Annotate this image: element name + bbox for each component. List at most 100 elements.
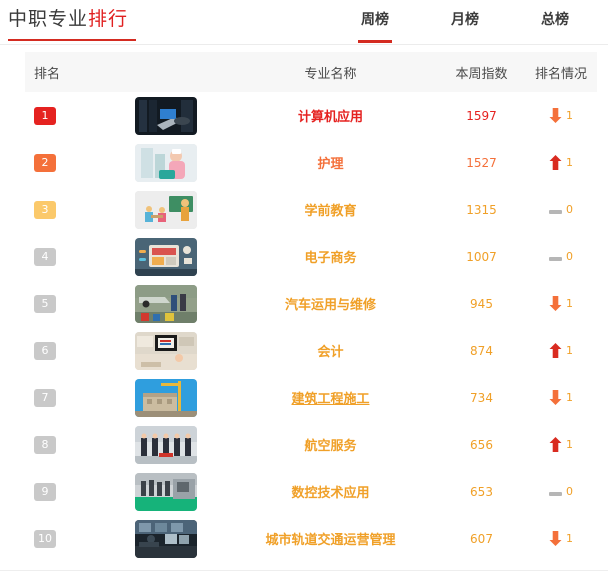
rank-change: 1 bbox=[525, 155, 597, 170]
index-cell: 653 bbox=[438, 483, 525, 501]
major-name-link[interactable]: 会计 bbox=[317, 345, 343, 360]
accounting-photo[interactable] bbox=[135, 331, 197, 370]
rank-change-value: 1 bbox=[566, 156, 573, 169]
arrow-up-icon bbox=[549, 437, 562, 452]
rank-change-cell: 1 bbox=[525, 343, 597, 358]
major-name-link[interactable]: 数控技术应用 bbox=[291, 486, 369, 501]
tab-weekly[interactable]: 周榜 bbox=[330, 9, 420, 43]
rank-change-value: 1 bbox=[566, 391, 573, 404]
index-value: 734 bbox=[470, 390, 493, 405]
footer-divider bbox=[0, 570, 608, 571]
cnc-workshop-photo[interactable] bbox=[135, 472, 197, 511]
rank-cell: 3 bbox=[25, 200, 135, 219]
index-cell: 734 bbox=[438, 389, 525, 407]
computer-lab-photo[interactable] bbox=[135, 96, 197, 135]
index-cell: 1315 bbox=[438, 201, 525, 219]
flight-crew-photo[interactable] bbox=[135, 425, 197, 464]
dash-icon bbox=[549, 248, 562, 266]
table-row[interactable]: 8 航空服务 656 1 bbox=[25, 421, 597, 468]
rank-change: 1 bbox=[525, 108, 597, 123]
tab-overall[interactable]: 总榜 bbox=[510, 9, 600, 43]
index-cell: 874 bbox=[438, 342, 525, 360]
table-row[interactable]: 10 城市轨道交通运营管理 607 1 bbox=[25, 515, 597, 562]
tab-monthly[interactable]: 月榜 bbox=[420, 9, 510, 43]
rank-badge: 7 bbox=[34, 389, 56, 407]
rank-change-value: 1 bbox=[566, 532, 573, 545]
rank-cell: 8 bbox=[25, 435, 135, 454]
major-name-link[interactable]: 计算机应用 bbox=[298, 110, 363, 125]
rank-change: 0 bbox=[525, 248, 597, 266]
rank-badge: 1 bbox=[34, 107, 56, 125]
page-title: 中职专业排行 bbox=[8, 6, 128, 32]
table-row[interactable]: 4 电子商务 1007 0 bbox=[25, 233, 597, 280]
major-name-cell: 航空服务 bbox=[223, 435, 438, 455]
tab-weekly-label: 周榜 bbox=[361, 12, 389, 28]
table-row[interactable]: 2 护理 1527 1 bbox=[25, 139, 597, 186]
auto-repair-photo[interactable] bbox=[135, 284, 197, 323]
rank-change: 1 bbox=[525, 390, 597, 405]
nurse-photo[interactable] bbox=[135, 143, 197, 182]
tab-overall-label: 总榜 bbox=[541, 12, 569, 28]
major-name-link[interactable]: 航空服务 bbox=[304, 439, 356, 454]
table-row[interactable]: 3 学前教育 1315 0 bbox=[25, 186, 597, 233]
index-cell: 607 bbox=[438, 530, 525, 548]
rank-change-value: 0 bbox=[566, 250, 573, 263]
rank-badge: 9 bbox=[34, 483, 56, 501]
index-value: 874 bbox=[470, 343, 493, 358]
index-value: 607 bbox=[470, 531, 493, 546]
construction-photo[interactable] bbox=[135, 378, 197, 417]
index-value: 945 bbox=[470, 296, 493, 311]
index-value: 1597 bbox=[466, 108, 497, 123]
table-row[interactable]: 6 会计 874 1 bbox=[25, 327, 597, 374]
rank-change: 0 bbox=[525, 483, 597, 501]
rank-badge: 10 bbox=[34, 530, 56, 548]
index-cell: 1007 bbox=[438, 248, 525, 266]
table-row[interactable]: 5 汽车运用与维修 945 1 bbox=[25, 280, 597, 327]
index-value: 1315 bbox=[466, 202, 497, 217]
rank-cell: 9 bbox=[25, 482, 135, 501]
rank-cell: 1 bbox=[25, 106, 135, 125]
rank-change-cell: 1 bbox=[525, 390, 597, 405]
rank-change-cell: 1 bbox=[525, 437, 597, 452]
ecommerce-illustration[interactable] bbox=[135, 237, 197, 276]
rank-change-cell: 1 bbox=[525, 108, 597, 123]
dash-icon bbox=[549, 483, 562, 501]
rank-change-cell: 0 bbox=[525, 483, 597, 501]
title-underline bbox=[8, 39, 136, 41]
column-header-rank: 排名 bbox=[34, 66, 61, 82]
rank-cell: 2 bbox=[25, 153, 135, 172]
major-name-link[interactable]: 城市轨道交通运营管理 bbox=[265, 533, 395, 548]
page-title-accent: 排行 bbox=[88, 8, 129, 30]
ranking-table: 排名 专业名称 本周指数 排名情况 1 计算机应用 1597 1 2 护理 1527 1 3 学前… bbox=[25, 52, 597, 562]
major-name-link[interactable]: 建筑工程施工 bbox=[291, 392, 369, 407]
index-value: 1527 bbox=[466, 155, 497, 170]
rank-change-cell: 0 bbox=[525, 201, 597, 219]
major-name-link[interactable]: 学前教育 bbox=[304, 204, 356, 219]
major-name-link[interactable]: 护理 bbox=[317, 157, 343, 172]
rail-control-room-photo[interactable] bbox=[135, 519, 197, 558]
rank-change: 1 bbox=[525, 343, 597, 358]
table-row[interactable]: 7 建筑工程施工 734 1 bbox=[25, 374, 597, 421]
index-cell: 945 bbox=[438, 295, 525, 313]
table-row[interactable]: 1 计算机应用 1597 1 bbox=[25, 92, 597, 139]
preschool-illustration[interactable] bbox=[135, 190, 197, 229]
thumbnail-cell bbox=[135, 425, 223, 464]
rank-cell: 6 bbox=[25, 341, 135, 360]
rank-change-cell: 1 bbox=[525, 296, 597, 311]
rank-badge: 5 bbox=[34, 295, 56, 313]
major-name-link[interactable]: 汽车运用与维修 bbox=[285, 298, 376, 313]
rank-change-cell: 1 bbox=[525, 531, 597, 546]
table-row[interactable]: 9 数控技术应用 653 0 bbox=[25, 468, 597, 515]
dash-icon bbox=[549, 201, 562, 219]
major-name-link[interactable]: 电子商务 bbox=[304, 251, 356, 266]
thumbnail-cell bbox=[135, 190, 223, 229]
rank-cell: 4 bbox=[25, 247, 135, 266]
index-value: 656 bbox=[470, 437, 493, 452]
table-body: 1 计算机应用 1597 1 2 护理 1527 1 3 学前教育 1315 0 4 电子商务 1007 0 5… bbox=[25, 92, 597, 562]
arrow-up-icon bbox=[549, 155, 562, 170]
rank-change: 1 bbox=[525, 437, 597, 452]
arrow-down-icon bbox=[549, 390, 562, 405]
rank-badge: 3 bbox=[34, 201, 56, 219]
major-name-cell: 建筑工程施工 bbox=[223, 388, 438, 408]
rank-change-cell: 0 bbox=[525, 248, 597, 266]
